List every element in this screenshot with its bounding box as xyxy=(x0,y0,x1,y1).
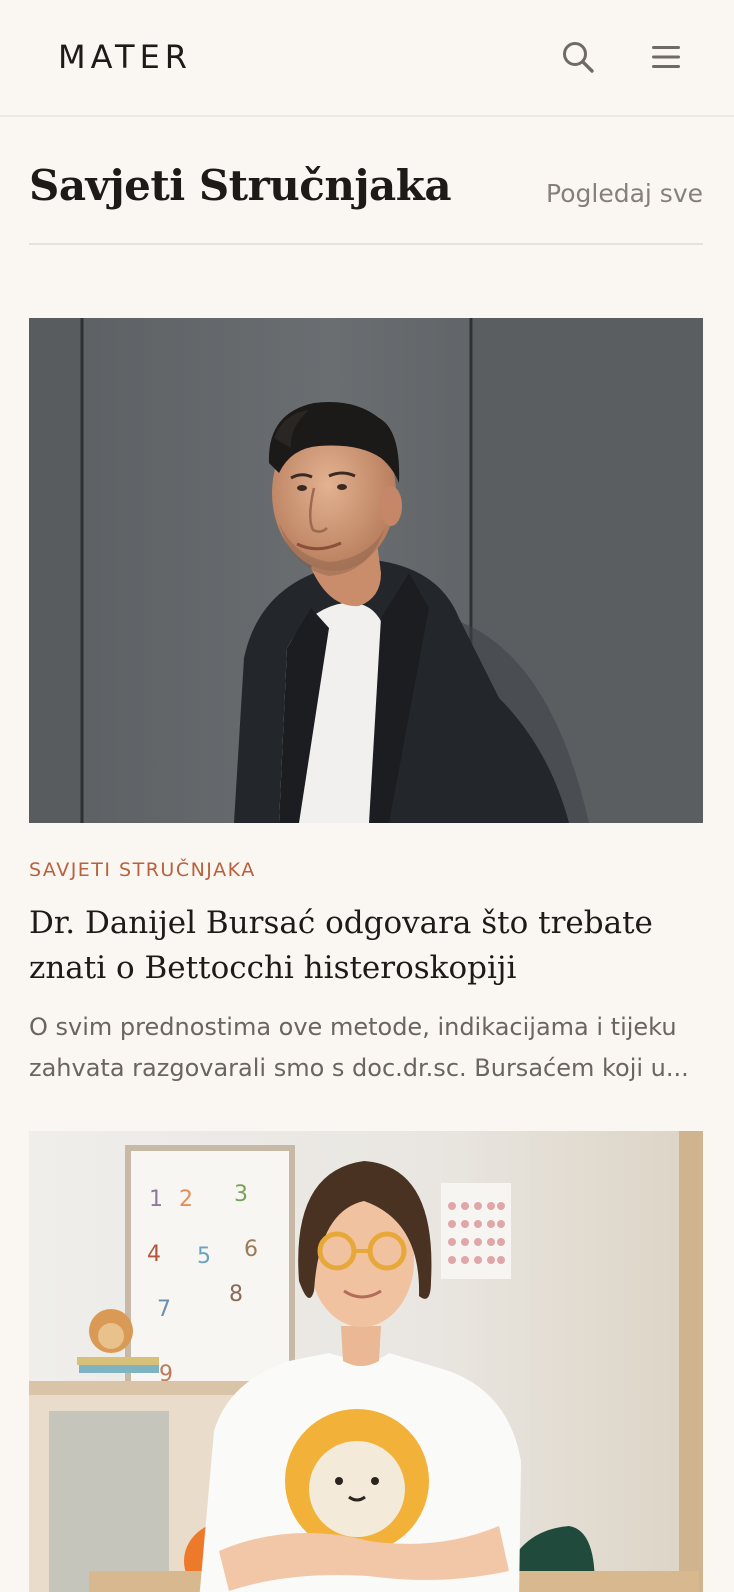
top-bar: MATER xyxy=(0,0,734,117)
svg-text:6: 6 xyxy=(244,1237,258,1262)
article-title[interactable]: Dr. Danijel Bursać odgovara što trebate … xyxy=(29,901,703,991)
search-button[interactable] xyxy=(556,35,600,79)
menu-button[interactable] xyxy=(644,35,688,79)
portrait-photo: 123 456 78 9 xyxy=(29,1131,703,1592)
portrait-photo xyxy=(29,318,703,823)
hamburger-menu-icon xyxy=(652,46,680,68)
article-image[interactable] xyxy=(29,318,703,823)
article-image[interactable]: 123 456 78 9 xyxy=(29,1131,703,1592)
section-title: Savjeti Stručnjaka xyxy=(29,161,452,210)
svg-text:2: 2 xyxy=(179,1187,193,1212)
section-header: Savjeti Stručnjaka Pogledaj sve xyxy=(29,155,703,245)
article-category[interactable]: SAVJETI STRUČNJAKA xyxy=(29,858,703,882)
svg-text:7: 7 xyxy=(157,1297,171,1322)
svg-text:8: 8 xyxy=(229,1282,243,1307)
svg-text:5: 5 xyxy=(197,1244,211,1269)
svg-text:1: 1 xyxy=(149,1187,163,1212)
site-logo[interactable]: MATER xyxy=(58,36,192,78)
svg-text:4: 4 xyxy=(147,1242,161,1267)
article-card[interactable]: 123 456 78 9 xyxy=(29,1131,703,1592)
article-excerpt: O svim prednostima ove metode, indikacij… xyxy=(29,1013,689,1082)
svg-text:3: 3 xyxy=(234,1182,248,1207)
view-all-link[interactable]: Pogledaj sve xyxy=(546,178,703,210)
article-card[interactable]: SAVJETI STRUČNJAKA Dr. Danijel Bursać od… xyxy=(29,318,703,1089)
search-icon xyxy=(563,42,594,73)
